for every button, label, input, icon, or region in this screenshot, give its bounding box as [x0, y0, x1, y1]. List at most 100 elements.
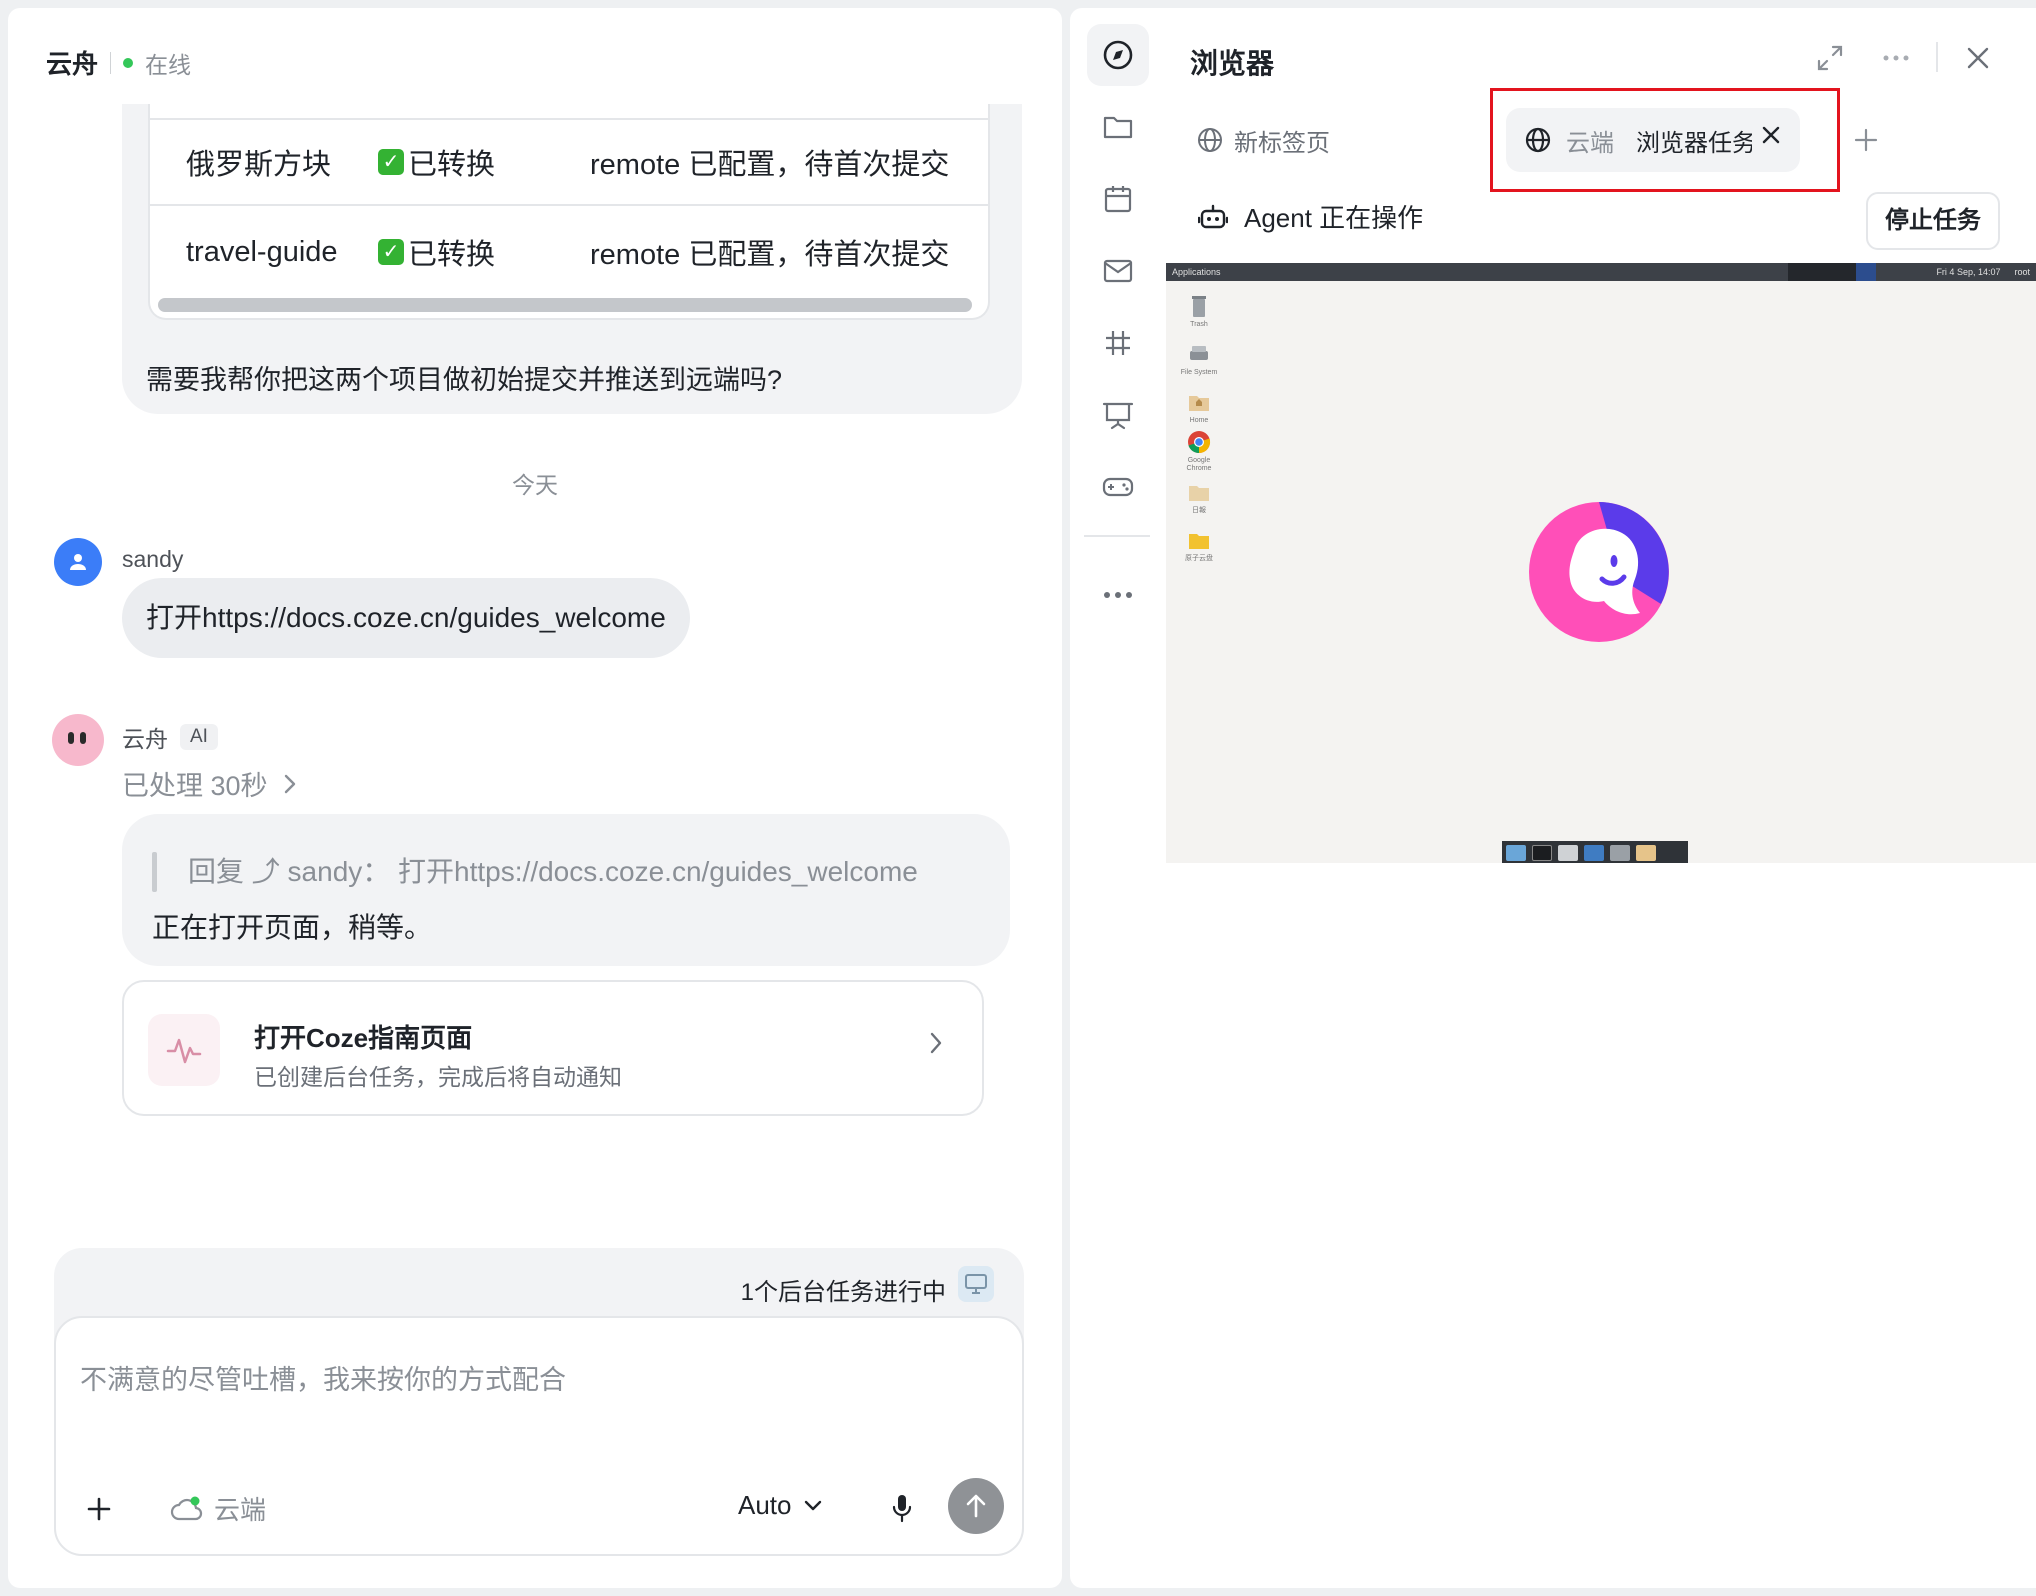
desktop-icon-label: 原子云盘	[1185, 555, 1213, 562]
ai-name: 云舟	[122, 726, 168, 752]
desktop-icon-folder[interactable]: 日報	[1180, 479, 1218, 515]
send-icon	[966, 1494, 986, 1518]
project-state: ✓ 已转换	[378, 141, 580, 183]
previous-ai-message: 俄罗斯方块 ✓ 已转换 remote 已配置，待首次提交 travel-guid…	[122, 104, 1022, 414]
app-logo	[1526, 499, 1672, 645]
stop-task-button[interactable]: 停止任务	[1866, 192, 2000, 250]
rail-mail[interactable]	[1087, 240, 1149, 302]
desktop-icon-yellow-folder[interactable]: 原子云盘	[1180, 527, 1218, 563]
table-row: 俄罗斯方块 ✓ 已转换 remote 已配置，待首次提交	[150, 118, 988, 206]
dock-files-icon[interactable]	[1558, 845, 1578, 861]
project-name: travel-guide	[186, 235, 338, 268]
agent-status-row: Agent 正在操作	[1198, 198, 1423, 235]
cloud-icon	[170, 1496, 203, 1520]
presentation-icon	[1102, 402, 1134, 430]
mode-value: Auto	[738, 1490, 792, 1520]
header-separator	[110, 51, 112, 74]
remote-desktop-view[interactable]: Applications Fri 4 Sep, 14:07 root Trash…	[1166, 263, 2036, 863]
chevron-down-icon	[804, 1500, 821, 1510]
hash-icon	[1106, 331, 1130, 355]
chevron-right-icon	[284, 774, 295, 793]
robot-icon	[1198, 204, 1228, 228]
new-tab-button[interactable]	[1848, 122, 1884, 158]
home-folder-icon	[1189, 396, 1209, 411]
chat-title: 云舟	[46, 49, 99, 79]
mode-select[interactable]: Auto	[738, 1490, 822, 1521]
expand-button[interactable]	[1810, 38, 1850, 78]
voice-input-button[interactable]	[884, 1488, 920, 1528]
project-state-label: 已转换	[408, 239, 496, 271]
check-icon: ✓	[378, 149, 404, 175]
rail-calendar[interactable]	[1087, 168, 1149, 230]
desktop-icon-label: Trash	[1190, 321, 1208, 328]
highlight-box	[1490, 88, 1840, 192]
rail-slides[interactable]	[1087, 384, 1149, 446]
composer: 云端 Auto	[54, 1316, 1024, 1556]
task-title: 打开Coze指南页面	[254, 1023, 473, 1053]
more-icon	[1104, 592, 1132, 598]
message-input[interactable]	[80, 1340, 980, 1420]
check-icon: ✓	[378, 239, 404, 265]
dock-desktop-icon[interactable]	[1506, 845, 1526, 861]
ai-avatar[interactable]	[52, 714, 104, 766]
desktop-icon-trash[interactable]: Trash	[1180, 293, 1218, 329]
send-button[interactable]	[948, 1478, 1004, 1534]
folder-icon	[1103, 116, 1133, 139]
cloud-mode-toggle[interactable]: 云端	[170, 1490, 266, 1527]
ai-badge: AI	[180, 724, 218, 750]
tab-label: 新标签页	[1234, 129, 1330, 157]
vm-applications-menu[interactable]: Applications	[1172, 267, 1788, 277]
desktop-icon-home[interactable]: Home	[1180, 389, 1218, 425]
reply-quote[interactable]: 回复 ⤴ sandy： 打开https://docs.coze.cn/guide…	[188, 850, 918, 890]
table-row: travel-guide ✓ 已转换 remote 已配置，待首次提交	[150, 208, 988, 296]
ai-name-row: 云舟 AI	[122, 720, 218, 754]
rail-browser[interactable]	[1087, 24, 1149, 86]
pulse-icon	[148, 1014, 220, 1086]
close-panel-button[interactable]	[1958, 38, 1998, 78]
desktop-icon-filesystem[interactable]: File System	[1180, 341, 1218, 377]
quote-bar	[152, 852, 157, 892]
rail-files[interactable]	[1087, 96, 1149, 158]
globe-icon	[1198, 128, 1222, 152]
user-avatar[interactable]	[54, 538, 102, 586]
more-icon	[1883, 55, 1909, 61]
dock-terminal-icon[interactable]	[1532, 845, 1552, 861]
agent-status-text: Agent 正在操作	[1244, 203, 1424, 233]
vm-dock	[1502, 841, 1688, 863]
dock-browser-icon[interactable]	[1584, 845, 1604, 861]
attach-button[interactable]	[82, 1492, 116, 1526]
mic-icon	[892, 1495, 912, 1523]
background-task-card[interactable]: 打开Coze指南页面 已创建后台任务，完成后将自动通知	[122, 980, 984, 1116]
table-horizontal-scrollbar[interactable]	[158, 298, 972, 312]
rail-divider	[1084, 535, 1150, 537]
ai-avatar-eye	[80, 732, 86, 744]
chat-panel: 云舟 在线 俄罗斯方块 ✓ 已转换 remote 已配置，待首次提交 trave…	[8, 8, 1062, 1588]
rail-channels[interactable]	[1087, 312, 1149, 374]
project-state: ✓ 已转换	[378, 231, 580, 273]
compass-icon	[1103, 40, 1133, 70]
processing-summary[interactable]: 已处理 30秒	[122, 764, 296, 803]
dock-folder-icon[interactable]	[1636, 845, 1656, 861]
drive-icon	[1190, 346, 1208, 360]
expand-icon	[1817, 45, 1843, 71]
rail-more[interactable]	[1087, 564, 1149, 626]
gamepad-icon	[1102, 477, 1134, 497]
rail-games[interactable]	[1087, 456, 1149, 518]
desktop-icon-label: 日報	[1192, 507, 1206, 514]
trash-icon	[1192, 296, 1206, 317]
chrome-icon	[1188, 431, 1211, 454]
project-state-label: 已转换	[408, 149, 496, 181]
header-separator	[1936, 42, 1938, 72]
panel-more-button[interactable]	[1876, 38, 1916, 78]
dock-search-icon[interactable]	[1610, 845, 1630, 861]
cloud-label: 云端	[214, 1495, 267, 1525]
calendar-icon	[1104, 186, 1132, 213]
reply-text: 正在打开页面，稍等。	[152, 912, 433, 943]
user-name: sandy	[122, 546, 184, 572]
user-message-bubble: 打开https://docs.coze.cn/guides_welcome	[122, 578, 690, 658]
desktop-icon-chrome[interactable]: Google Chrome	[1180, 429, 1218, 473]
background-task-status[interactable]: 1个后台任务进行中	[741, 1272, 946, 1307]
monitor-icon[interactable]	[958, 1266, 994, 1302]
browser-title: 浏览器	[1190, 48, 1275, 79]
online-status: 在线	[145, 51, 192, 78]
